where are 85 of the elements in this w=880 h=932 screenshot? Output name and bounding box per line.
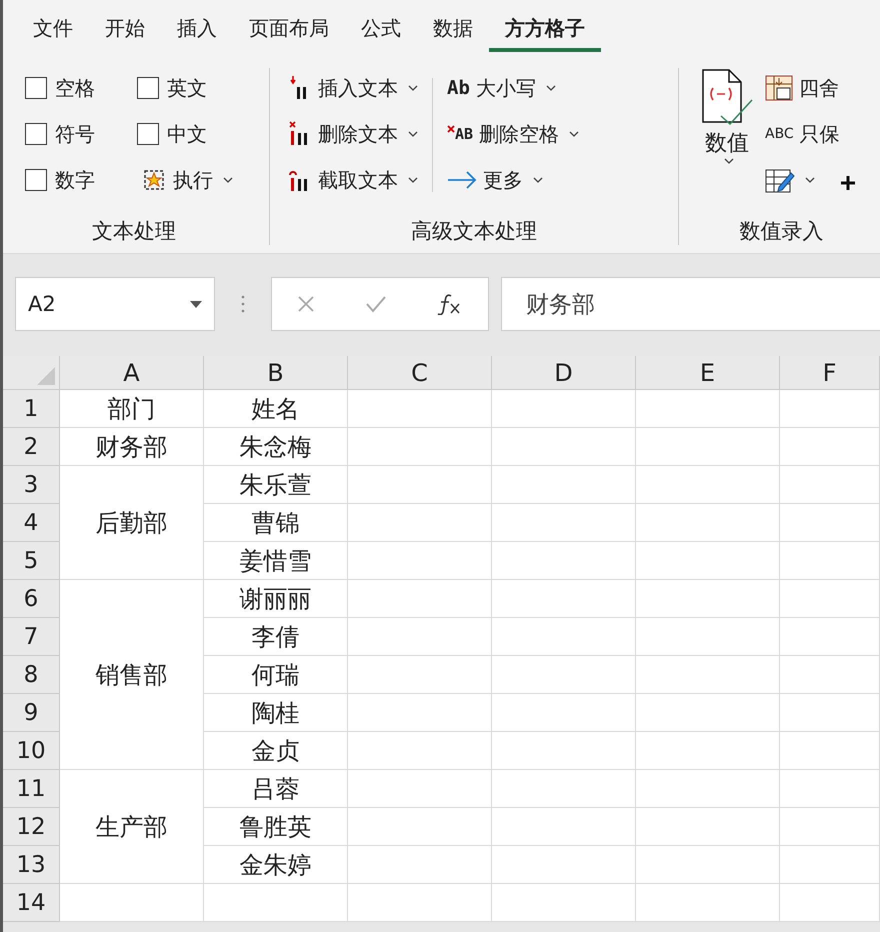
ribbon-tab[interactable]: 插入 xyxy=(161,6,233,52)
arrow-right-icon xyxy=(447,169,477,191)
column-header[interactable]: E xyxy=(636,356,780,390)
ribbon-tab[interactable]: 开始 xyxy=(89,6,161,52)
table-cell: 谢丽丽 xyxy=(204,580,348,618)
checkbox[interactable]: 数字 xyxy=(25,160,123,200)
merged-cell: 财务部 xyxy=(60,428,204,466)
corner-triangle-icon xyxy=(37,367,55,385)
ribbon-tab[interactable]: 数据 xyxy=(417,6,489,52)
dropdown-button[interactable]: 插入文本 xyxy=(284,68,422,108)
caret-icon xyxy=(408,85,418,91)
caret-icon xyxy=(724,158,734,164)
row-header[interactable]: 6 xyxy=(3,580,60,618)
ribbon-tab[interactable]: 页面布局 xyxy=(233,6,345,52)
caret-icon xyxy=(408,131,418,137)
table-cell: 部门 xyxy=(60,390,204,428)
dropdown-button[interactable]: AB 删除空格 xyxy=(443,114,584,154)
table-cell: 姓名 xyxy=(204,390,348,428)
row-header[interactable]: 13 xyxy=(3,846,60,884)
table-cell: 姜惜雪 xyxy=(204,542,348,580)
row-header[interactable]: 8 xyxy=(3,656,60,694)
table-cell: 朱念梅 xyxy=(204,428,348,466)
caret-icon xyxy=(533,177,543,183)
check-icon[interactable] xyxy=(365,295,387,313)
table-cell: 金朱婷 xyxy=(204,846,348,884)
row-header[interactable]: 9 xyxy=(3,694,60,732)
keep-button[interactable]: ABC 只保 xyxy=(761,114,855,154)
dropdown-button[interactable]: Ab 大小写 xyxy=(443,68,584,108)
column-header[interactable]: A xyxy=(60,356,204,390)
checkbox[interactable]: 中文 xyxy=(137,114,265,154)
table-cell: 陶桂 xyxy=(204,694,348,732)
column-header[interactable]: F xyxy=(780,356,880,390)
checkbox[interactable]: 空格 xyxy=(25,68,123,108)
column-header[interactable]: D xyxy=(492,356,636,390)
letters-icon: ABC xyxy=(765,126,794,142)
formula-field[interactable]: 财务部 xyxy=(501,277,880,331)
caret-icon xyxy=(546,85,556,91)
table-cell: 鲁胜英 xyxy=(204,808,348,846)
name-box[interactable]: A2 xyxy=(15,277,215,331)
column-header[interactable]: C xyxy=(348,356,492,390)
table-pencil-icon xyxy=(765,167,795,193)
round-button[interactable]: 四舍 xyxy=(761,68,855,108)
table-cell: 曹锦 xyxy=(204,504,348,542)
drag-handle-icon[interactable] xyxy=(241,295,245,313)
cancel-icon[interactable] xyxy=(297,295,315,313)
row-header[interactable]: 4 xyxy=(3,504,60,542)
row-header[interactable]: 1 xyxy=(3,390,60,428)
row-header[interactable]: 14 xyxy=(3,884,60,922)
letters-icon: Ab xyxy=(447,77,470,99)
dropdown-button[interactable]: 删除文本 xyxy=(284,114,422,154)
caret-icon xyxy=(408,177,418,183)
merged-cell: 销售部 xyxy=(60,580,204,770)
group-title: 高级文本处理 xyxy=(410,218,538,245)
table-cell: 何瑞 xyxy=(204,656,348,694)
caret-icon xyxy=(223,177,233,183)
dropdown-button[interactable]: 截取文本 xyxy=(284,160,422,200)
row-header[interactable]: 11 xyxy=(3,770,60,808)
ribbon-tab[interactable]: 文件 xyxy=(17,6,89,52)
row-header[interactable]: 2 xyxy=(3,428,60,466)
dropdown-triangle-icon xyxy=(190,300,202,308)
checkbox[interactable]: 英文 xyxy=(137,68,265,108)
checkbox[interactable]: 符号 xyxy=(25,114,123,154)
group-title: 文本处理 xyxy=(91,218,177,245)
column-header[interactable]: B xyxy=(204,356,348,390)
number-button[interactable]: 数值 xyxy=(699,68,755,206)
table-cell: 金贞 xyxy=(204,732,348,770)
row-header[interactable]: 12 xyxy=(3,808,60,846)
ribbon-tab[interactable]: 公式 xyxy=(345,6,417,52)
group-title: 数值录入 xyxy=(738,218,824,245)
caret-icon xyxy=(569,131,580,137)
table-cell: 吕蓉 xyxy=(204,770,348,808)
row-header[interactable]: 3 xyxy=(3,466,60,504)
table-cell: 朱乐萱 xyxy=(204,466,348,504)
row-header[interactable]: 5 xyxy=(3,542,60,580)
table-cell: 李倩 xyxy=(204,618,348,656)
run-button[interactable]: 执行 xyxy=(137,160,265,200)
row-header[interactable]: 10 xyxy=(3,732,60,770)
merged-cell: 生产部 xyxy=(60,770,204,884)
table-arrow-icon xyxy=(765,75,793,101)
caret-icon xyxy=(805,177,815,183)
plus-icon[interactable] xyxy=(841,176,855,190)
ribbon-tab[interactable]: 方方格子 xyxy=(489,6,601,52)
row-header[interactable]: 7 xyxy=(3,618,60,656)
dropdown-button[interactable]: 更多 xyxy=(443,160,584,200)
merged-cell: 后勤部 xyxy=(60,466,204,580)
